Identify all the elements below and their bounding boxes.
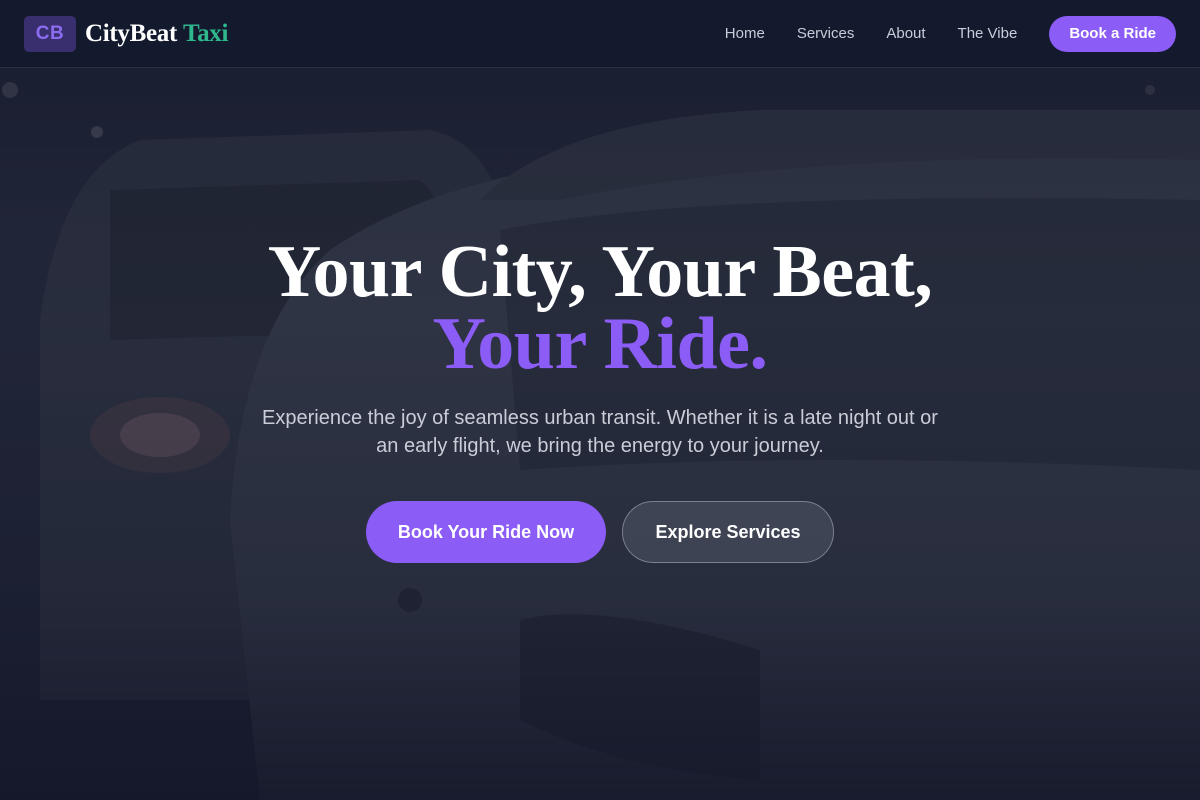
hero-headline-accent: Your Ride. [432,303,768,385]
nav-links: Home Services About The Vibe Book a Ride [725,15,1176,52]
brand[interactable]: CB CityBeat Taxi [24,15,228,52]
nav-link-home[interactable]: Home [725,25,765,42]
book-a-ride-button[interactable]: Book a Ride [1049,15,1176,52]
page: CB CityBeat Taxi Home Services About The … [0,0,1200,800]
hero-headline-line1: Your City, Your Beat, [267,231,933,313]
nav-link-the-vibe[interactable]: The Vibe [958,25,1018,42]
brand-name[interactable]: CityBeat Taxi [85,20,228,48]
book-your-ride-now-button[interactable]: Book Your Ride Now [366,501,606,563]
logo-badge[interactable]: CB [24,15,76,52]
nav-link-about[interactable]: About [886,25,925,42]
hero-subtitle: Experience the joy of seamless urban tra… [262,407,938,457]
hero-cta-row: Book Your Ride Now Explore Services [0,501,1200,563]
hero-section: Your City, Your Beat, Your Ride. Experie… [0,68,1200,800]
brand-name-primary: CityBeat [85,19,178,47]
nav-link-services[interactable]: Services [797,25,855,42]
explore-services-button[interactable]: Explore Services [622,501,834,563]
brand-name-accent: Taxi [183,19,229,47]
hero-headline: Your City, Your Beat, Your Ride. [0,235,1200,385]
top-navbar: CB CityBeat Taxi Home Services About The … [0,0,1200,68]
